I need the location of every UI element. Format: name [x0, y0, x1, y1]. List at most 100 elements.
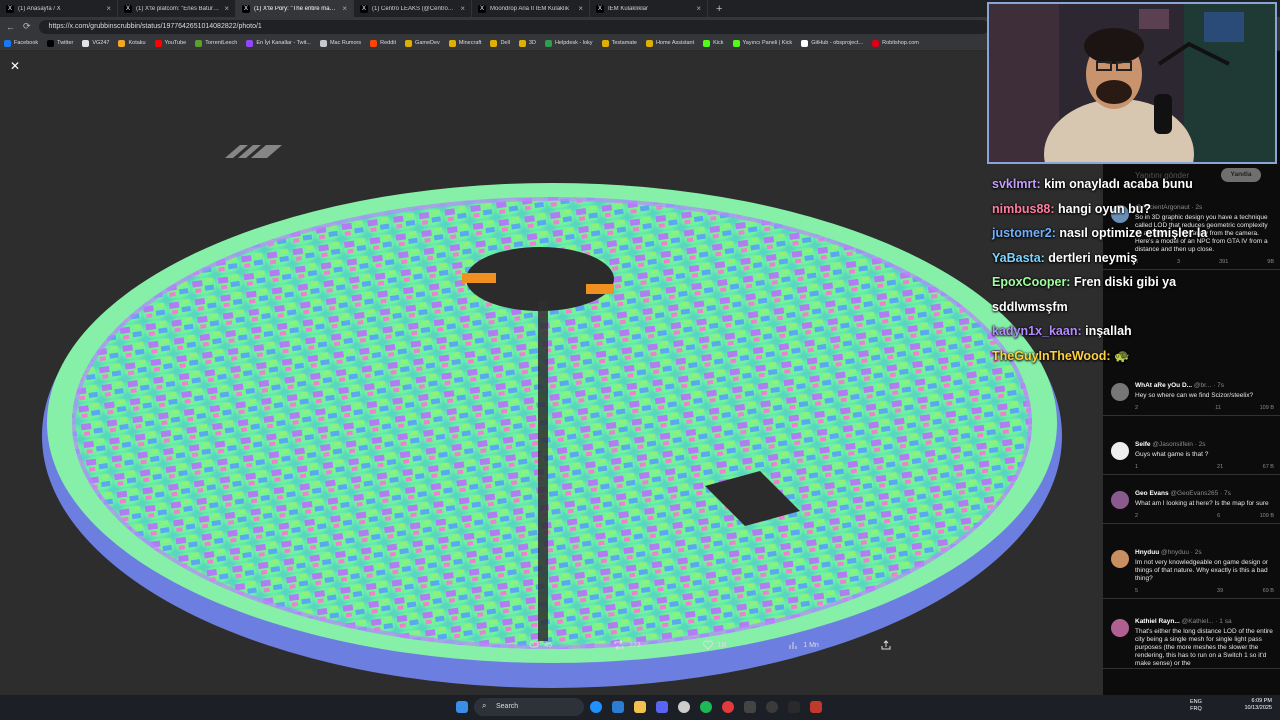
bookmark-item[interactable]: Kotaku [118, 39, 146, 47]
bookmark-item[interactable]: Reddit [370, 39, 396, 47]
bookmark-item[interactable]: Helpdesk - loky [544, 39, 593, 47]
browser-tab[interactable]: X (1) Anasayfa / X × [0, 0, 118, 17]
close-tab-icon[interactable]: × [460, 4, 465, 13]
browser-tab[interactable]: X (1) X'te Pory: "The entire map is D × [236, 0, 354, 17]
tab-title: IEM Kulaklıklar [608, 5, 649, 12]
views-count[interactable]: 9B [1267, 259, 1274, 265]
like-button[interactable]: 1B [702, 640, 726, 650]
like-count[interactable]: 6 [1217, 513, 1220, 519]
folder-icon[interactable] [634, 701, 646, 713]
back-icon[interactable]: ← [6, 22, 15, 32]
obs-icon[interactable] [744, 701, 756, 713]
chat-username: EpoxCooper: [992, 275, 1071, 289]
bookmark-item[interactable]: Mac Rumors [319, 39, 361, 47]
avatar[interactable] [1111, 550, 1129, 568]
like-count[interactable]: 39 [1217, 588, 1223, 594]
tweet-handle[interactable]: @Jasonsilfein · 2s [1152, 441, 1205, 448]
url-field[interactable]: https://x.com/grubbinscrubbin/status/197… [38, 19, 989, 34]
browser-tab[interactable]: X (1) X'te platcom: "Enes Batur: wh × [118, 0, 236, 17]
tweet-author[interactable]: Kathiel Rayn... [1135, 618, 1180, 625]
new-tab-icon[interactable]: + [708, 3, 730, 15]
bookmark-item[interactable]: En İyi Kanallar - Twit... [246, 39, 311, 47]
bookmark-item[interactable]: Dell [490, 39, 510, 47]
tweet-author[interactable]: WhAt aRe yOu D... [1135, 382, 1192, 389]
tweet-handle[interactable]: @br... · 7s [1194, 382, 1224, 389]
tweet-handle[interactable]: @GeoEvans265 · 7s [1170, 490, 1230, 497]
reload-icon[interactable]: ⟳ [23, 21, 31, 32]
close-viewer-icon[interactable]: ✕ [10, 59, 20, 73]
like-count[interactable]: 21 [1217, 464, 1223, 470]
like-count[interactable]: 11 [1215, 405, 1221, 411]
chrome-icon[interactable] [722, 701, 734, 713]
github-icon[interactable] [678, 701, 690, 713]
bookmark-icon [801, 39, 809, 47]
close-tab-icon[interactable]: × [696, 4, 701, 13]
bookmark-icon [405, 39, 413, 47]
close-tab-icon[interactable]: × [106, 4, 111, 13]
tweet-author[interactable]: Hnyduu [1135, 549, 1159, 556]
tweet-author[interactable]: Geo Evans [1135, 490, 1169, 497]
language-indicator[interactable]: ENG FRQ [1190, 699, 1202, 713]
browser-tab[interactable]: X Moondrop Aria II IEM Kulaklık × [472, 0, 590, 17]
bookmark-item[interactable]: Kick [703, 39, 724, 47]
avatar[interactable] [1111, 383, 1129, 401]
tweet-handle[interactable]: @hnyduu · 2s [1161, 549, 1202, 556]
tweet-handle[interactable]: @Kathiel... · 1 sa [1182, 618, 1232, 625]
bookmark-item[interactable]: Yayıncı Paneli | Kick [732, 39, 792, 47]
bookmark-item[interactable]: Robitshop.com [872, 39, 919, 47]
discord-icon[interactable] [656, 701, 668, 713]
tweet-author[interactable]: Seife [1135, 441, 1151, 448]
views-count[interactable]: 69 B [1263, 588, 1274, 594]
views-count[interactable]: 109 B [1260, 405, 1274, 411]
app2-icon[interactable] [788, 701, 800, 713]
repost-button[interactable]: 273 [614, 640, 641, 650]
app3-icon[interactable] [810, 701, 822, 713]
bookmark-item[interactable]: Home Assistant [645, 39, 694, 47]
tab-title: (1) Centro LEAKS (@CentroLeaks) [372, 5, 456, 12]
engagement-bar: 45 273 1B 1 Mn [330, 626, 1090, 664]
close-tab-icon[interactable]: × [578, 4, 583, 13]
bookmark-item[interactable]: Facebook [4, 39, 38, 47]
start-icon[interactable] [456, 701, 468, 713]
avatar[interactable] [1111, 442, 1129, 460]
bookmark-item[interactable]: VG247 [82, 39, 109, 47]
spotify-icon[interactable] [700, 701, 712, 713]
bookmark-item[interactable]: Twitter [47, 39, 73, 47]
reply-tweet[interactable]: WhAt aRe yOu D... @br... · 7s Hey so wher… [1103, 378, 1280, 416]
bookmark-label: 3D [528, 40, 536, 46]
tweet-text: That's either the long distance LOD of t… [1135, 628, 1273, 667]
reply-tweet[interactable]: Seife @Jasonsilfein · 2s Guys what game i… [1103, 437, 1280, 475]
steam-icon[interactable] [766, 701, 778, 713]
browser-tab[interactable]: X (1) Centro LEAKS (@CentroLeaks) × [354, 0, 472, 17]
views-count[interactable]: 67 B [1263, 464, 1274, 470]
browser-icon[interactable] [590, 701, 602, 713]
taskbar-search[interactable]: Search [474, 698, 584, 716]
reply-count[interactable]: 5 [1135, 588, 1138, 594]
avatar[interactable] [1111, 619, 1129, 637]
reply-tweet[interactable]: Hnyduu @hnyduu · 2s Im not very knowledge… [1103, 545, 1280, 599]
clock[interactable]: 6:09 PM 10/13/2025 [1244, 698, 1272, 712]
bookmark-item[interactable]: YouTube [154, 39, 186, 47]
views-button[interactable]: 1 Mn [788, 640, 819, 650]
share-button[interactable] [881, 640, 891, 650]
bookmark-item[interactable]: TorrentLeech [195, 39, 237, 47]
app-icon[interactable] [612, 701, 624, 713]
bookmark-item[interactable]: Minecraft [448, 39, 482, 47]
bookmark-item[interactable]: GameDev [405, 39, 440, 47]
reply-tweet[interactable]: Geo Evans @GeoEvans265 · 7s What am I loo… [1103, 486, 1280, 524]
reply-count[interactable]: 1 [1135, 464, 1138, 470]
bookmark-item[interactable]: Testamate [601, 39, 637, 47]
bookmark-item[interactable]: GitHub - obsproject... [801, 39, 863, 47]
close-tab-icon[interactable]: × [342, 4, 347, 13]
bookmark-label: Minecraft [458, 40, 482, 46]
close-tab-icon[interactable]: × [224, 4, 229, 13]
chat-message: nimbus88: hangi oyun bu? [992, 197, 1232, 222]
reply-count[interactable]: 2 [1135, 405, 1138, 411]
views-count[interactable]: 109 B [1260, 513, 1274, 519]
reply-tweet[interactable]: Kathiel Rayn... @Kathiel... · 1 sa That's… [1103, 614, 1280, 669]
reply-count[interactable]: 2 [1135, 513, 1138, 519]
bookmark-item[interactable]: 3D [518, 39, 536, 47]
reply-button[interactable]: 45 [529, 640, 552, 650]
browser-tab[interactable]: X IEM Kulaklıklar × [590, 0, 708, 17]
avatar[interactable] [1111, 491, 1129, 509]
